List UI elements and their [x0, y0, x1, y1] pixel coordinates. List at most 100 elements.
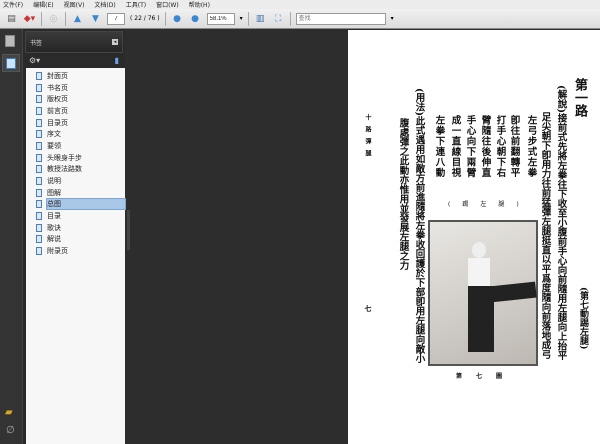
- separator: [41, 11, 42, 26]
- text-column: 打手心朝下右: [494, 115, 506, 178]
- fit-width-icon[interactable]: ▥: [254, 12, 267, 25]
- attachments-icon[interactable]: ∅: [6, 425, 15, 436]
- text-column: 足尖朝下卽用力往前猛彈左腿挺直以平爲度隨向前落地成弓: [539, 112, 551, 359]
- create-pdf-icon[interactable]: ◆▾: [23, 12, 36, 25]
- photo-caption-top: (踢左腿): [448, 201, 531, 208]
- separator: [65, 11, 66, 26]
- menu-help[interactable]: 帮助(H): [189, 0, 210, 9]
- bookmark-label: 前言页: [47, 106, 68, 115]
- bookmark-icon: [36, 83, 42, 92]
- panel-header: 书签 ◂: [25, 31, 123, 53]
- panel-collapse-button[interactable]: ◂: [112, 39, 118, 45]
- bookmark-icon: [36, 141, 42, 150]
- full-screen-icon[interactable]: ⛶: [272, 12, 285, 25]
- zoom-input[interactable]: [206, 12, 235, 25]
- bookmarks-panel: 书签 ◂ ⚙▾ ▮ 封面页书名页版权页前言页目录页 序文要领头眼身手步教授法路数说…: [22, 29, 126, 444]
- bookmark-item[interactable]: 目录页: [26, 117, 125, 129]
- menu-tools[interactable]: 工具(T): [126, 0, 146, 9]
- figure-photo: [428, 220, 538, 366]
- bookmark-label: 解说: [47, 235, 61, 244]
- bookmark-item[interactable]: 解说: [26, 234, 125, 246]
- bookmark-label: 图解: [47, 188, 61, 197]
- bookmark-icon: [36, 153, 42, 162]
- bookmark-label: 说明: [47, 177, 61, 186]
- bookmark-item[interactable]: 图解: [26, 187, 125, 199]
- bookmark-icon: [36, 165, 42, 174]
- panel-resize-handle[interactable]: [127, 210, 130, 250]
- menu-bar: 文件(F) 编辑(E) 视图(V) 文档(D) 工具(T) 窗口(W) 帮助(H…: [0, 0, 600, 9]
- pages-icon[interactable]: [5, 35, 15, 47]
- bookmark-icon: [36, 177, 42, 186]
- menu-window[interactable]: 窗口(W): [156, 0, 179, 9]
- panel-title: 书签: [30, 39, 43, 47]
- bookmark-item[interactable]: 序文: [26, 128, 125, 140]
- bookmark-list: 封面页书名页版权页前言页目录页 序文要领头眼身手步教授法路数 说明图解 总图 目录 歌诀解…: [26, 68, 126, 444]
- toolbar: ▤ ◆▾ ◎ ▲ ▼ ( 22 / 76 ) ● ● ▾ ▥ ⛶ ▾: [0, 9, 600, 29]
- options-gear-icon[interactable]: ⚙▾: [29, 56, 40, 65]
- bookmark-item[interactable]: 要领: [26, 140, 125, 152]
- bookmark-label: 版权页: [47, 95, 68, 104]
- bookmark-item[interactable]: 说明: [26, 175, 125, 187]
- text-column: 腹處彈之此動亦惟用並發展左腿之力: [397, 118, 409, 270]
- running-head: 十路彈腿: [364, 114, 371, 162]
- bookmark-label: 序文: [47, 130, 61, 139]
- text-column: 手心向下兩臂: [464, 115, 476, 178]
- bookmark-item[interactable]: 教授法路数: [26, 164, 125, 176]
- zoom-in-icon[interactable]: ●: [189, 12, 202, 25]
- text-column: 臂隨往後伸直: [479, 115, 491, 178]
- separator: [247, 11, 249, 26]
- bookmark-label: 歌诀: [47, 223, 61, 232]
- bookmark-label: 封面页: [47, 71, 68, 80]
- bookmark-item[interactable]: 封面页: [26, 70, 125, 82]
- bookmark-icon: [36, 247, 42, 256]
- next-page-icon[interactable]: ▼: [89, 12, 102, 25]
- page-count: ( 22 / 76 ): [130, 15, 160, 22]
- menu-document[interactable]: 文档(D): [94, 0, 115, 9]
- bookmark-item[interactable]: 歌诀: [26, 222, 125, 234]
- bookmark-icon: [36, 118, 42, 127]
- bookmark-item[interactable]: 目录: [26, 210, 125, 222]
- bookmark-icon: [36, 95, 42, 104]
- collaborate-icon[interactable]: ◎: [47, 12, 60, 25]
- menu-edit[interactable]: 编辑(E): [33, 0, 53, 9]
- zoom-dropdown-icon[interactable]: ▾: [240, 15, 243, 22]
- bookmark-item[interactable]: 书名页: [26, 82, 125, 94]
- bookmark-item[interactable]: 总图: [26, 198, 126, 211]
- bookmark-item[interactable]: 前言页: [26, 105, 125, 117]
- bookmark-icon: [36, 235, 42, 244]
- bookmark-item[interactable]: 版权页: [26, 93, 125, 105]
- new-bookmark-icon[interactable]: ▮: [115, 56, 119, 65]
- navigation-strip: ▰ ∅: [0, 29, 22, 444]
- document-page: 第一路 (第七動踢左腿) (解說)接前式先將左拳往下收至小腹前手心向前隨用左腿向…: [348, 30, 600, 444]
- bookmark-icon: [36, 188, 42, 197]
- text-column: 卽往前翻轉平: [508, 115, 520, 178]
- bookmark-icon: [36, 130, 42, 139]
- print-icon[interactable]: ▤: [5, 12, 18, 25]
- bookmark-label: 要领: [47, 141, 61, 150]
- bookmark-icon: [36, 223, 42, 232]
- menu-file[interactable]: 文件(F): [3, 0, 23, 9]
- bookmark-label: 头眼身手步: [47, 153, 82, 162]
- zoom-out-icon[interactable]: ●: [171, 12, 184, 25]
- bookmark-icon: [36, 200, 42, 209]
- text-column: 左拳下連八動: [433, 115, 445, 178]
- bookmark-label: 附录页: [47, 247, 68, 256]
- bookmarks-icon[interactable]: [2, 54, 20, 72]
- bookmark-item[interactable]: 头眼身手步: [26, 152, 125, 164]
- bookmark-label: 书名页: [47, 83, 68, 92]
- text-column: 成一直線目視: [449, 115, 461, 178]
- separator: [289, 11, 291, 26]
- separator: [164, 11, 166, 26]
- bookmark-item[interactable]: 附录页: [26, 245, 125, 257]
- photo-caption-bottom: 第七圖: [456, 373, 517, 380]
- text-column: 左弓步式左拳: [525, 115, 537, 178]
- page-number-input[interactable]: [107, 12, 125, 25]
- bookmark-label: 总图: [46, 198, 126, 211]
- search-input[interactable]: [295, 12, 386, 25]
- comments-icon[interactable]: ▰: [5, 407, 13, 418]
- bookmark-icon: [36, 106, 42, 115]
- previous-page-icon[interactable]: ▲: [71, 12, 84, 25]
- menu-view[interactable]: 视图(V): [64, 0, 85, 9]
- search-dropdown-icon[interactable]: ▾: [391, 15, 394, 22]
- bookmark-icon: [36, 212, 42, 221]
